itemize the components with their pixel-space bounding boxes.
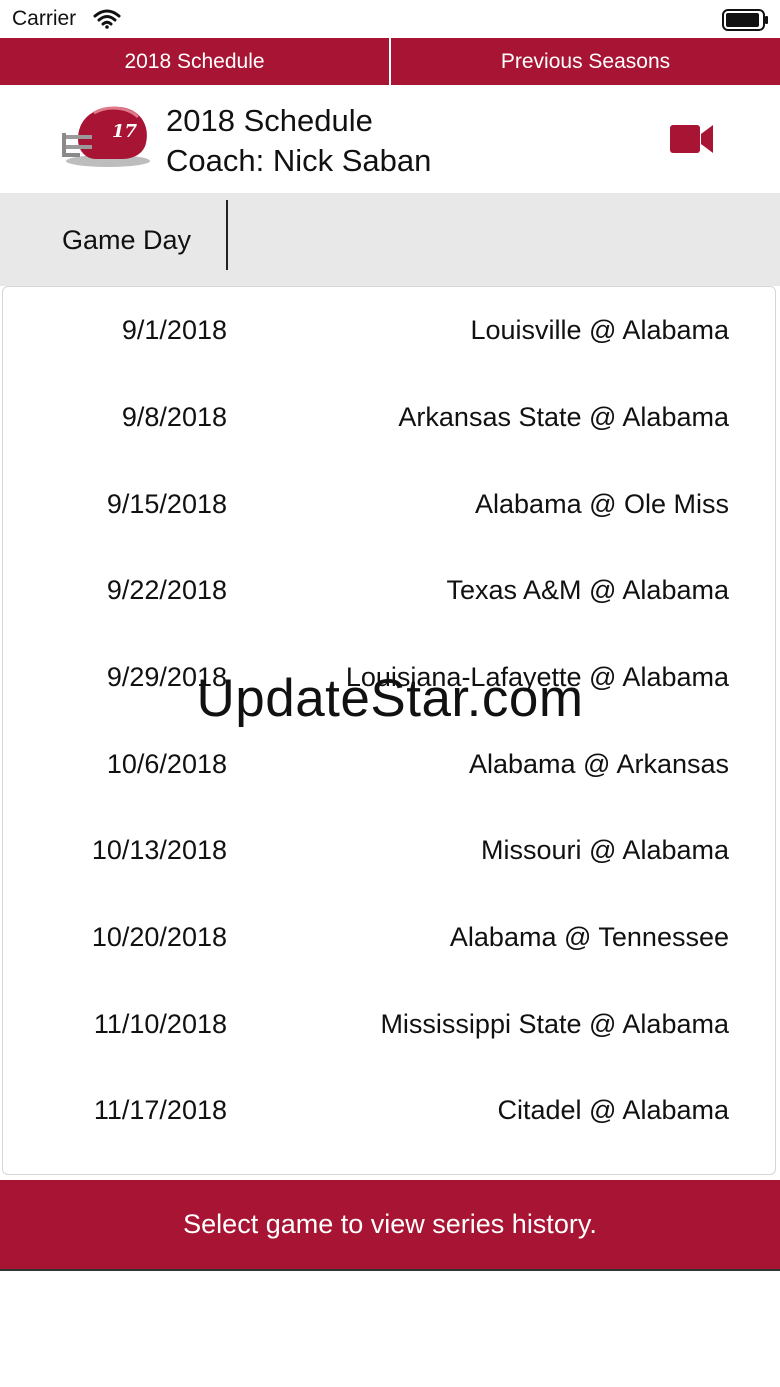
game-matchup: Alabama @ Ole Miss [475,489,729,519]
game-date: 11/17/2018 [93,1095,227,1125]
column-header: Game Day [0,193,780,286]
game-matchup: Arkansas State @ Alabama [398,402,729,432]
wifi-icon [93,9,121,29]
game-date: 9/22/2018 [106,575,227,605]
battery-icon [722,9,768,31]
game-row[interactable]: 11/10/2018 Mississippi State @ Alabama [3,981,775,1067]
series-history-prompt: Select game to view series history. [0,1180,780,1271]
game-row[interactable]: 9/8/2018 Arkansas State @ Alabama [3,374,775,460]
coach-label: Coach: Nick Saban [166,143,432,178]
game-day-column-label: Game Day [62,225,192,255]
column-divider [226,200,228,270]
game-row[interactable]: 10/20/2018 Alabama @ Tennessee [3,894,775,980]
game-date: 9/29/2018 [106,662,227,692]
game-matchup: Missouri @ Alabama [481,835,729,865]
status-bar: Carrier [0,0,780,38]
game-matchup: Alabama @ Tennessee [449,922,729,952]
game-row[interactable]: 10/13/2018 Missouri @ Alabama [3,807,775,893]
page-title: 2018 Schedule [166,103,373,138]
carrier-label: Carrier [12,7,77,30]
game-matchup: Citadel @ Alabama [497,1095,729,1125]
game-date: 11/10/2018 [93,1009,227,1039]
svg-text:17: 17 [112,121,138,142]
game-matchup: Texas A&M @ Alabama [446,575,729,605]
game-matchup: Louisiana-Lafayette @ Alabama [345,662,729,692]
segmented-control: 2018 Schedule Previous Seasons [0,38,780,85]
game-date: 10/20/2018 [91,922,227,952]
game-date: 9/8/2018 [121,402,227,432]
game-row[interactable]: 11/17/2018 Citadel @ Alabama [3,1067,775,1153]
game-date: 9/15/2018 [106,489,227,519]
game-row[interactable]: 9/29/2018 Louisiana-Lafayette @ Alabama [3,634,775,720]
game-matchup: Mississippi State @ Alabama [380,1009,729,1039]
helmet-icon: 17 [62,106,150,167]
tab-previous-seasons[interactable]: Previous Seasons [391,38,780,85]
game-row[interactable]: 10/6/2018 Alabama @ Arkansas [3,721,775,807]
game-date: 10/6/2018 [106,749,227,779]
schedule-header: 17 2018 Schedule Coach: Nick Saban [0,85,780,193]
video-camera-icon[interactable] [670,123,714,155]
game-row[interactable]: 9/1/2018 Louisville @ Alabama [3,287,775,373]
game-date: 9/1/2018 [121,315,227,345]
game-matchup: Alabama @ Arkansas [468,749,729,779]
tab-2018-schedule[interactable]: 2018 Schedule [0,38,389,85]
game-matchup: Louisville @ Alabama [470,315,729,345]
schedule-list: 9/1/2018 Louisville @ Alabama 9/8/2018 A… [2,286,776,1175]
game-row[interactable]: 9/15/2018 Alabama @ Ole Miss [3,461,775,547]
game-date: 10/13/2018 [91,835,227,865]
game-row[interactable]: 9/22/2018 Texas A&M @ Alabama [3,547,775,633]
